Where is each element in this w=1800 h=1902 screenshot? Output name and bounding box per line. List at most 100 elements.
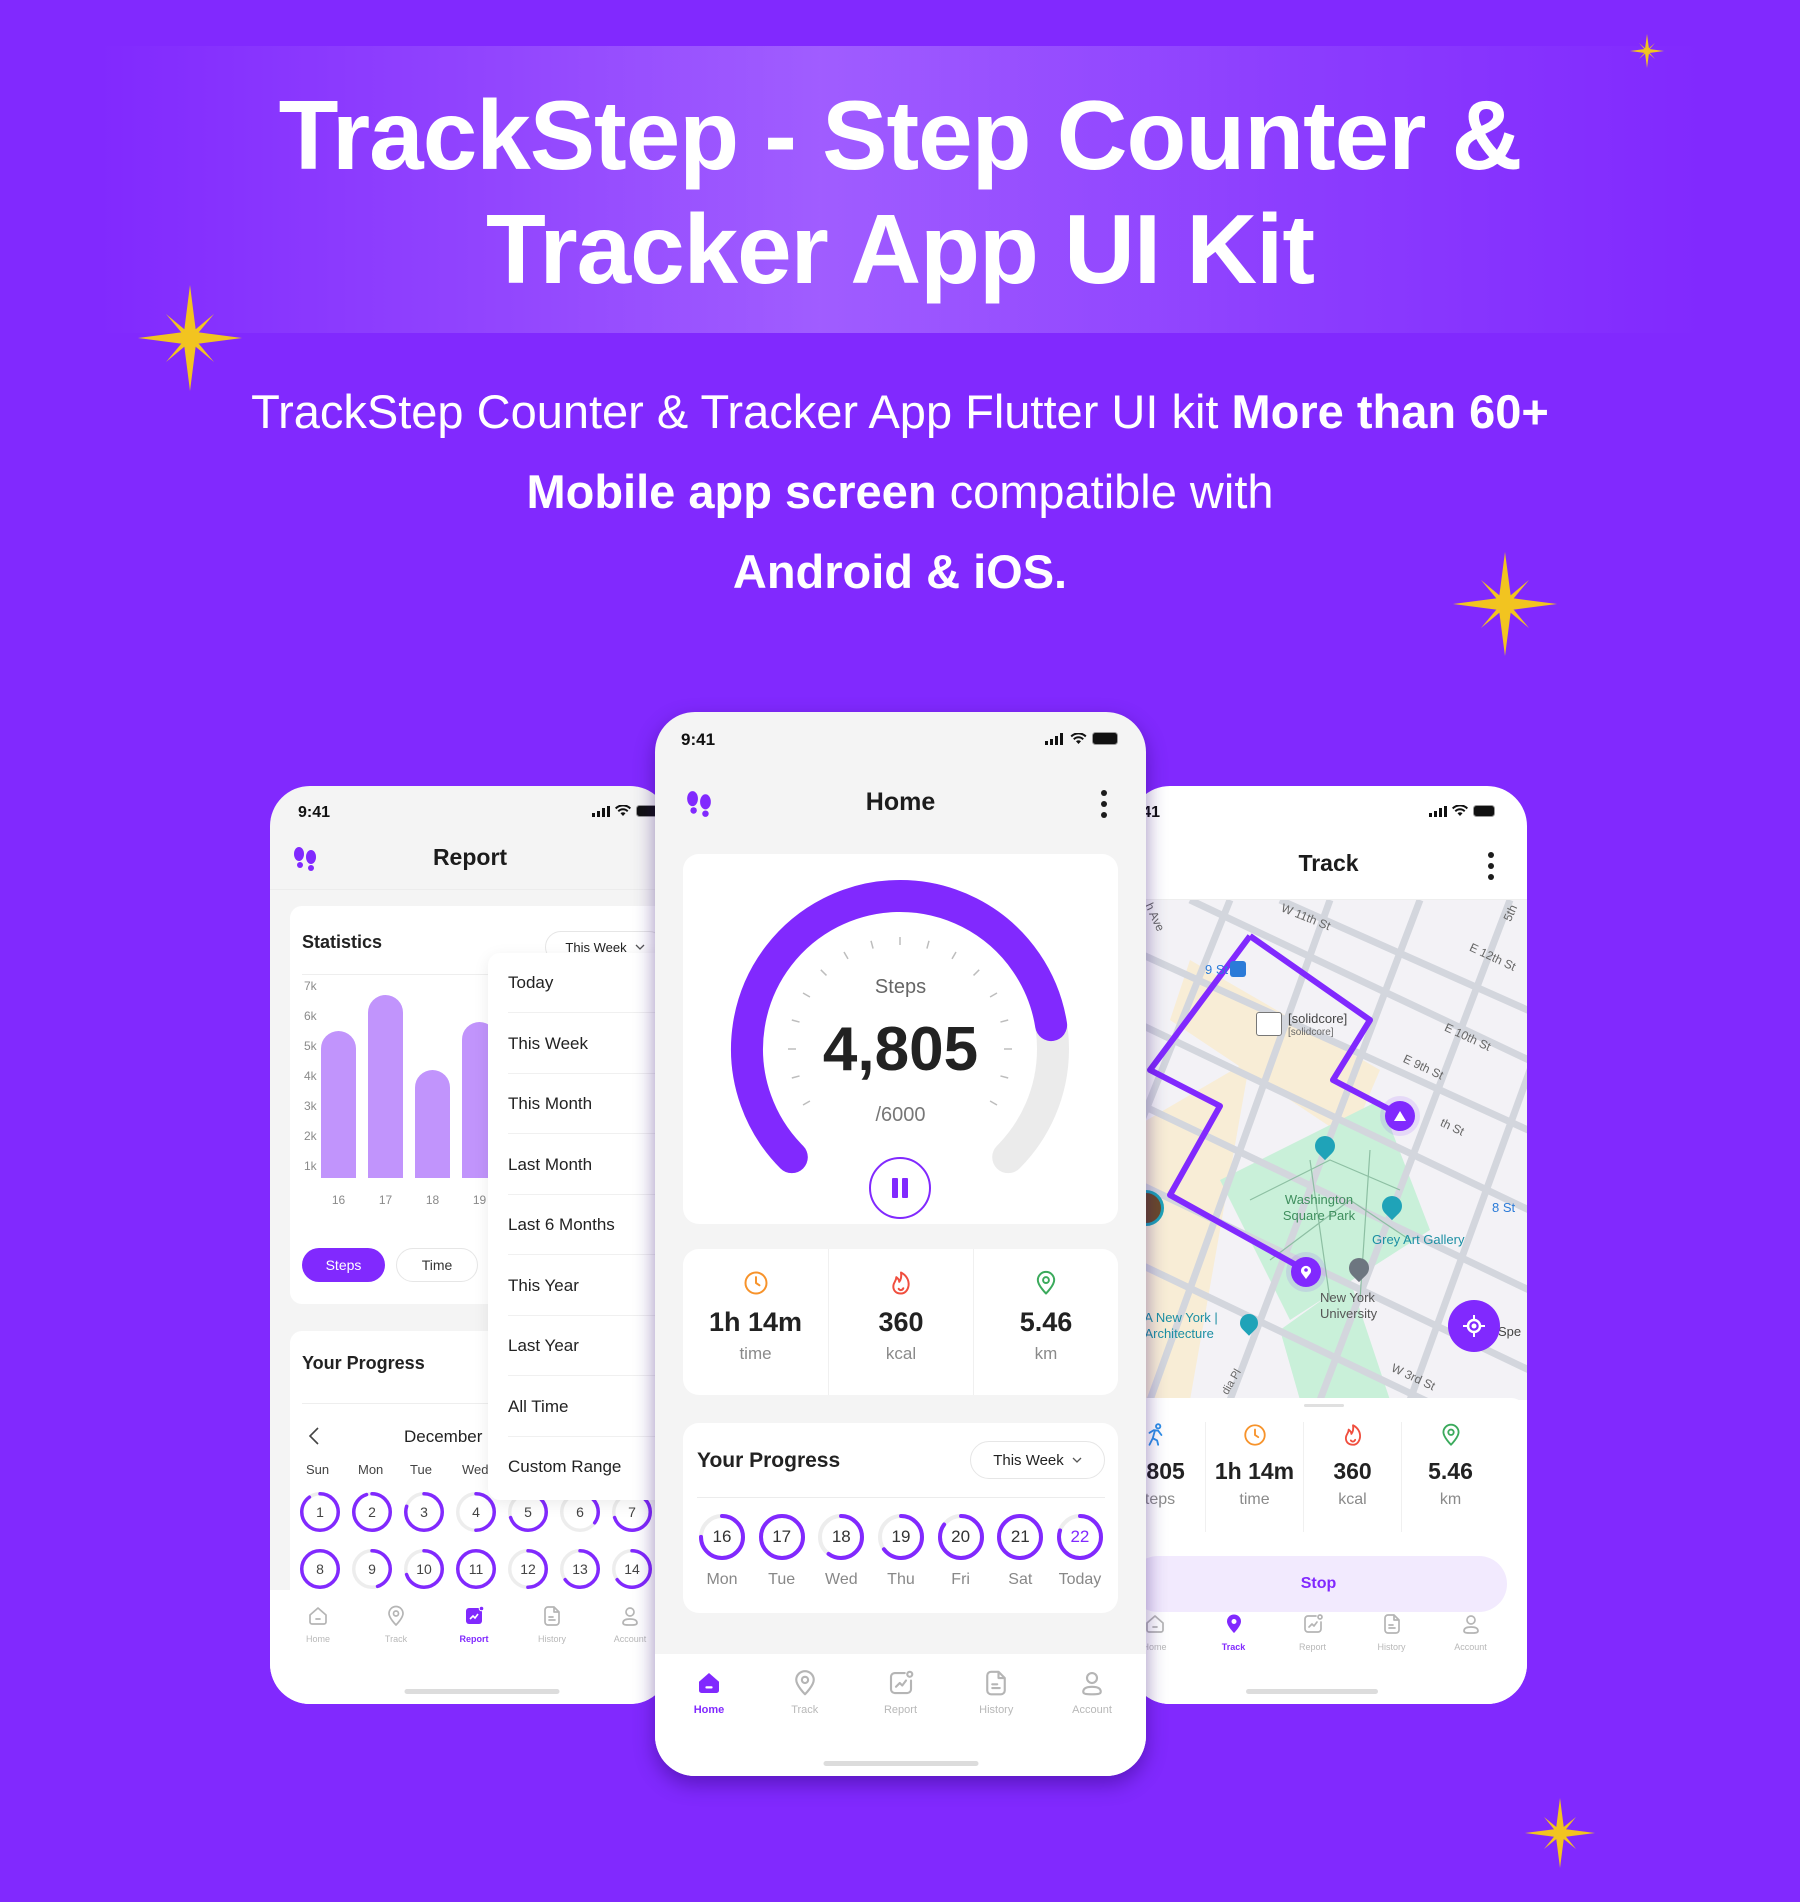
progress-heading: Your Progress (697, 1449, 841, 1472)
route-map[interactable]: W 11th St E 12th St E 10th St E 9th St t… (1130, 900, 1527, 1400)
previous-month-button[interactable] (308, 1427, 320, 1445)
period-option-last-year[interactable]: Last Year (508, 1316, 670, 1376)
y-tick-label: 1k (304, 1159, 318, 1173)
sparkle-star-icon (1630, 34, 1664, 68)
week-day-label: Fri (951, 1571, 970, 1588)
weekday-label: Mon (358, 1462, 384, 1477)
calendar-day[interactable]: 3 (403, 1491, 445, 1533)
user-icon (1082, 1671, 1102, 1696)
period-option-this-year[interactable]: This Year (508, 1256, 670, 1316)
nav-item-track[interactable]: Track (1198, 1612, 1269, 1652)
week-day-sat[interactable]: 21 Sat (995, 1513, 1045, 1603)
calendar-day[interactable]: 11 (455, 1548, 497, 1590)
bar-17[interactable] (368, 995, 403, 1178)
nav-item-report[interactable]: Report (1277, 1612, 1348, 1652)
poi-label: [solidcore] (1288, 1011, 1348, 1026)
bottom-nav: Home Track Report History Account (270, 1590, 670, 1704)
transit-label: 8 St (1492, 1200, 1516, 1215)
poi-label: Grey Art Gallery (1372, 1232, 1465, 1247)
period-option-all-time[interactable]: All Time (508, 1377, 670, 1437)
calendar-day[interactable]: 12 (507, 1548, 549, 1590)
track-stats-row: 4,805 steps 1h 14m time 360 kcal 5.46 km (1130, 1422, 1527, 1532)
week-day-thu[interactable]: 19 Thu (876, 1513, 926, 1603)
period-selector-label: This Week (993, 1451, 1064, 1469)
period-option-last-month[interactable]: Last Month (508, 1135, 670, 1195)
stop-button[interactable]: Stop (1130, 1556, 1507, 1612)
period-option-custom-range[interactable]: Custom Range (508, 1437, 670, 1497)
nav-item-report[interactable]: Report (439, 1604, 509, 1644)
calendar-day[interactable]: 14 (611, 1548, 653, 1590)
period-option-this-month[interactable]: This Month (508, 1074, 670, 1134)
week-day-today[interactable]: 22 Today (1055, 1513, 1105, 1603)
calendar-day[interactable]: 4 (455, 1491, 497, 1533)
more-menu-button[interactable] (1100, 790, 1108, 818)
flame-icon (1344, 1424, 1361, 1446)
user-icon (1462, 1615, 1479, 1634)
sheet-handle[interactable] (1304, 1404, 1344, 1407)
nav-item-track[interactable]: Track (765, 1668, 845, 1716)
stat-unit: kcal (885, 1344, 917, 1363)
bar-18[interactable] (415, 1070, 450, 1178)
stat-unit: km (1439, 1491, 1462, 1508)
home-indicator (823, 1761, 978, 1766)
chart-icon (1303, 1614, 1323, 1633)
calendar-day[interactable]: 8 (299, 1548, 341, 1590)
stat-time: 1h 14m time (683, 1249, 828, 1395)
stat-unit: time (1239, 1491, 1270, 1508)
nav-item-label: Track (791, 1704, 819, 1716)
start-point-marker[interactable] (1286, 1252, 1326, 1292)
calendar-day[interactable]: 9 (351, 1548, 393, 1590)
period-option-last-6-months[interactable]: Last 6 Months (508, 1195, 670, 1255)
nav-item-label: Account (1454, 1642, 1487, 1652)
gauge-tick (870, 940, 874, 949)
nav-item-label: Home (305, 1634, 330, 1644)
week-day-label: Sat (1008, 1571, 1033, 1588)
nav-item-report[interactable]: Report (861, 1668, 941, 1716)
navigation-arrow-icon (1385, 1101, 1415, 1131)
weekday-label: Wed (462, 1462, 489, 1477)
hero-title-line1: TrackStep - Step Counter & (278, 80, 1523, 190)
period-selector[interactable]: This Week (970, 1441, 1105, 1479)
page-title: Report (432, 844, 508, 870)
week-day-tue[interactable]: 17 Tue (757, 1513, 807, 1603)
nav-item-home[interactable]: Home (283, 1604, 353, 1644)
bottom-nav: Home Track Report History Account (1130, 1612, 1527, 1704)
nav-item-history[interactable]: History (1356, 1612, 1427, 1652)
nav-item-label: Home (1142, 1642, 1167, 1652)
week-day-mon[interactable]: 16 Mon (697, 1513, 747, 1603)
gauge-tick (973, 969, 980, 976)
recenter-location-button[interactable] (1448, 1300, 1500, 1352)
document-icon (544, 1606, 560, 1626)
period-option-today[interactable]: Today (508, 953, 670, 1013)
nav-item-history[interactable]: History (956, 1668, 1036, 1716)
ring-date: 12 (520, 1561, 536, 1577)
metric-tab-time[interactable]: Time (396, 1248, 478, 1282)
calendar-day[interactable]: 10 (403, 1548, 445, 1590)
sparkle-star-icon (1525, 1798, 1595, 1868)
nav-item-account[interactable]: Account (1052, 1668, 1132, 1716)
home-icon (1145, 1615, 1164, 1633)
calendar-day[interactable]: 1 (299, 1491, 341, 1533)
nav-item-track[interactable]: Track (361, 1604, 431, 1644)
calendar-day[interactable]: 13 (559, 1548, 601, 1590)
nav-item-home[interactable]: Home (669, 1668, 749, 1716)
stat-value: 5.46 (1428, 1458, 1473, 1484)
week-day-wed[interactable]: 18 Wed (816, 1513, 866, 1603)
pause-button[interactable] (869, 1157, 931, 1219)
stat-km: 5.46 km (973, 1249, 1118, 1395)
calendar-day[interactable]: 2 (351, 1491, 393, 1533)
week-day-fri[interactable]: 20 Fri (936, 1513, 986, 1603)
metric-tab-steps[interactable]: Steps (302, 1248, 385, 1282)
clock-icon (1243, 1424, 1266, 1446)
period-option-this-week[interactable]: This Week (508, 1014, 670, 1074)
flame-icon (892, 1271, 910, 1295)
more-menu-button[interactable] (1487, 852, 1495, 880)
stop-button-label: Stop (1300, 1575, 1337, 1592)
current-position-marker[interactable] (1380, 1096, 1420, 1136)
home-stats-row: 1h 14m time 360 kcal 5.46 km (683, 1249, 1118, 1395)
poi-sublabel: [solidcore] (1288, 1027, 1334, 1038)
progress-heading: Your Progress (302, 1353, 425, 1373)
bar-16[interactable] (321, 1031, 356, 1178)
nav-item-history[interactable]: History (517, 1604, 587, 1644)
nav-item-account[interactable]: Account (1435, 1612, 1506, 1652)
